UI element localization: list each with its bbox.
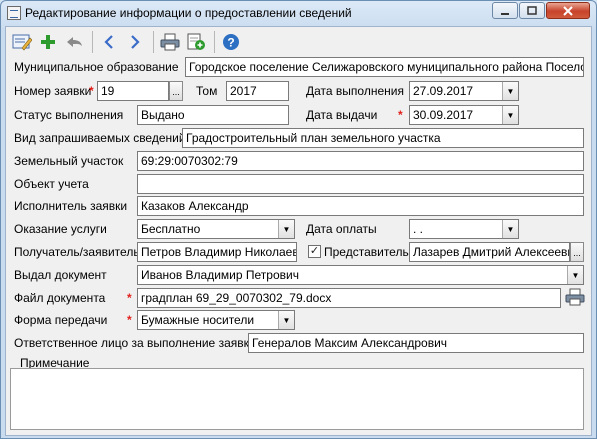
undo-button[interactable] bbox=[62, 30, 86, 54]
issue-date-label: Дата выдачи bbox=[306, 108, 378, 122]
chevron-down-icon[interactable]: ▼ bbox=[278, 220, 294, 238]
required-marker: * bbox=[127, 291, 132, 305]
volume-field[interactable]: 2017 bbox=[226, 81, 289, 101]
next-button[interactable] bbox=[123, 30, 147, 54]
edit-form-icon bbox=[12, 34, 32, 51]
form-client-area: ? Муниципальное образование Городское по… bbox=[5, 26, 592, 436]
minimize-button[interactable] bbox=[492, 2, 518, 19]
close-button[interactable] bbox=[546, 2, 590, 19]
land-plot-field[interactable]: 69:29:0070302:79 bbox=[137, 151, 584, 171]
window-form-icon bbox=[7, 6, 21, 20]
service-provision-select[interactable]: Бесплатно ▼ bbox=[137, 219, 295, 239]
document-file-field[interactable]: градплан 69_29_0070302_79.docx bbox=[137, 288, 561, 308]
info-type-label: Вид запрашиваемых сведений bbox=[14, 131, 186, 145]
plus-icon bbox=[41, 35, 55, 49]
toolbar-separator bbox=[153, 31, 154, 53]
maximize-icon bbox=[527, 5, 537, 15]
print-button[interactable] bbox=[158, 30, 182, 54]
status-field[interactable]: Выдано bbox=[137, 105, 289, 125]
notes-textarea[interactable] bbox=[10, 368, 584, 430]
transfer-form-value: Бумажные носители bbox=[141, 313, 255, 327]
printer-icon bbox=[160, 33, 180, 51]
chevron-down-icon[interactable]: ▼ bbox=[502, 220, 518, 238]
window-title: Редактирование информации о предоставлен… bbox=[25, 6, 352, 20]
chevron-down-icon[interactable]: ▼ bbox=[278, 311, 294, 329]
toolbar-separator bbox=[92, 31, 93, 53]
chevron-down-icon[interactable]: ▼ bbox=[502, 106, 518, 124]
issued-document-select[interactable]: Иванов Владимир Петрович ▼ bbox=[137, 265, 584, 285]
representative-label: Представитель bbox=[324, 245, 409, 259]
accounting-object-label: Объект учета bbox=[14, 177, 89, 191]
request-number-lookup-button[interactable]: ... bbox=[169, 81, 183, 101]
issue-date-picker[interactable]: 30.09.2017 ▼ bbox=[409, 105, 519, 125]
help-button[interactable]: ? bbox=[219, 30, 243, 54]
request-number-label: Номер заявки bbox=[14, 84, 92, 98]
accounting-object-field[interactable] bbox=[137, 174, 584, 194]
recipient-label: Получатель/заявитель bbox=[14, 245, 140, 259]
representative-lookup-button[interactable]: ... bbox=[570, 242, 584, 262]
representative-checkbox[interactable]: ✓ bbox=[308, 245, 321, 258]
info-type-field[interactable]: Градостроительный план земельного участк… bbox=[182, 128, 584, 148]
municipality-label: Муниципальное образование bbox=[14, 60, 179, 74]
payment-date-value: . . bbox=[413, 222, 424, 236]
add-button[interactable] bbox=[36, 30, 60, 54]
service-provision-label: Оказание услуги bbox=[14, 222, 107, 236]
chevron-right-icon bbox=[131, 35, 140, 49]
issued-document-label: Выдал документ bbox=[14, 268, 107, 282]
previous-button[interactable] bbox=[97, 30, 121, 54]
maximize-button[interactable] bbox=[519, 2, 545, 19]
toolbar-separator bbox=[214, 31, 215, 53]
transfer-form-label: Форма передачи bbox=[14, 313, 108, 327]
issue-date-value: 30.09.2017 bbox=[413, 108, 474, 122]
undo-arrow-icon bbox=[67, 37, 82, 47]
status-label: Статус выполнения bbox=[14, 108, 124, 122]
export-document-icon bbox=[187, 33, 205, 50]
payment-date-label: Дата оплаты bbox=[306, 222, 377, 236]
help-icon: ? bbox=[223, 34, 239, 50]
print-document-button[interactable] bbox=[564, 286, 586, 308]
minimize-icon bbox=[501, 12, 509, 15]
document-file-label: Файл документа bbox=[14, 291, 106, 305]
responsible-label: Ответственное лицо за выполнение заявки bbox=[14, 336, 256, 350]
chevron-down-icon[interactable]: ▼ bbox=[502, 82, 518, 100]
edit-request-window: Редактирование информации о предоставлен… bbox=[0, 0, 597, 439]
service-provision-value: Бесплатно bbox=[141, 222, 201, 236]
representative-field[interactable]: Лазарев Дмитрий Алексеевич bbox=[409, 242, 570, 262]
export-button[interactable] bbox=[184, 30, 208, 54]
printer-icon bbox=[565, 288, 585, 306]
executor-field[interactable]: Казаков Александр bbox=[137, 196, 584, 216]
required-marker: * bbox=[127, 313, 132, 327]
required-marker: * bbox=[89, 84, 94, 98]
required-marker: * bbox=[398, 108, 403, 122]
toolbar: ? bbox=[6, 27, 591, 57]
edit-button[interactable] bbox=[10, 30, 34, 54]
municipality-field[interactable]: Городское поселение Селижаровского муниц… bbox=[185, 57, 584, 77]
land-plot-label: Земельный участок bbox=[14, 154, 124, 168]
close-icon bbox=[563, 5, 573, 16]
chevron-down-icon[interactable]: ▼ bbox=[567, 266, 583, 284]
chevron-left-icon bbox=[104, 35, 113, 49]
request-number-field[interactable]: 19 bbox=[97, 81, 169, 101]
recipient-field[interactable]: Петров Владимир Николаеви bbox=[137, 242, 297, 262]
volume-label: Том bbox=[196, 84, 218, 98]
completion-date-value: 27.09.2017 bbox=[413, 84, 474, 98]
responsible-field[interactable]: Генералов Максим Александрович bbox=[248, 333, 584, 353]
completion-date-label: Дата выполнения bbox=[306, 84, 404, 98]
transfer-form-select[interactable]: Бумажные носители ▼ bbox=[137, 310, 295, 330]
issued-document-value: Иванов Владимир Петрович bbox=[141, 268, 299, 282]
payment-date-picker[interactable]: . . ▼ bbox=[409, 219, 519, 239]
executor-label: Исполнитель заявки bbox=[14, 199, 128, 213]
svg-text:?: ? bbox=[227, 36, 234, 50]
completion-date-picker[interactable]: 27.09.2017 ▼ bbox=[409, 81, 519, 101]
title-bar[interactable]: Редактирование информации о предоставлен… bbox=[1, 1, 596, 25]
